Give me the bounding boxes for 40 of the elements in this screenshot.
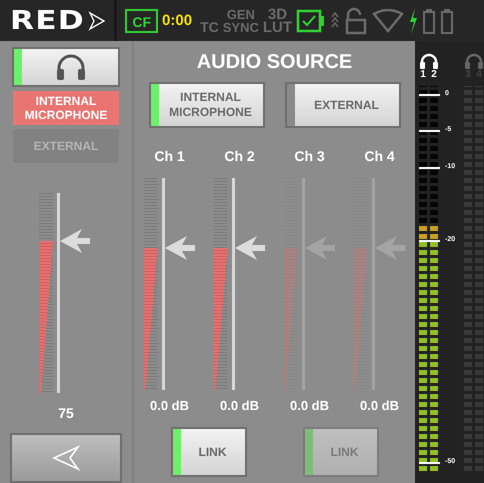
channel-label: Ch 4 [364,148,395,164]
source-option[interactable]: INTERNAL MICROPHONE [13,91,119,125]
back-button[interactable] [10,433,122,483]
unlocked-padlock-icon [344,6,368,34]
media-badge: CF [125,8,158,32]
channel-label: Ch 2 [224,148,255,164]
source-button[interactable]: EXTERNAL [284,82,400,128]
channel-label: Ch 3 [294,148,325,164]
lightning-bolt-icon [408,6,418,34]
brand-logo: RED [10,6,85,36]
gain-reading: 0.0 dB [360,398,399,413]
tc-label: TC [200,19,219,35]
panel-title: AUDIO SOURCE [196,51,352,74]
gain-reading: 0.0 dB [150,398,189,413]
volume-slider[interactable] [232,178,268,390]
gain-reading: 0.0 dB [290,398,329,413]
chevron-right-icon[interactable] [88,10,106,30]
headphones-icon [464,53,484,69]
3d-lut-label: 3D LUT [262,8,292,34]
channel-number: 2 [430,69,438,80]
gen-sync-label: GEN SYNC [222,8,259,34]
headphone-button[interactable] [12,47,120,87]
channel-number: 1 [419,69,427,80]
link-button[interactable]: LINK [170,427,246,477]
wifi-icon [372,8,404,32]
volume-slider[interactable] [302,178,338,390]
timecode: 0:00 [162,12,192,29]
volume-slider[interactable] [162,178,198,390]
gain-reading: 0.0 dB [220,398,259,413]
battery-icon [440,6,454,34]
volume-slider[interactable] [57,193,93,393]
battery-icon [422,6,436,34]
headphones-icon [418,53,438,69]
back-arrow-icon [52,445,80,471]
source-button[interactable]: INTERNAL MICROPHONE [148,82,264,128]
channel-label: Ch 1 [154,148,185,164]
checkbox-icon [296,8,326,34]
level-reading: 75 [58,405,74,421]
volume-slider[interactable] [372,178,408,390]
headphones-icon [54,53,88,81]
